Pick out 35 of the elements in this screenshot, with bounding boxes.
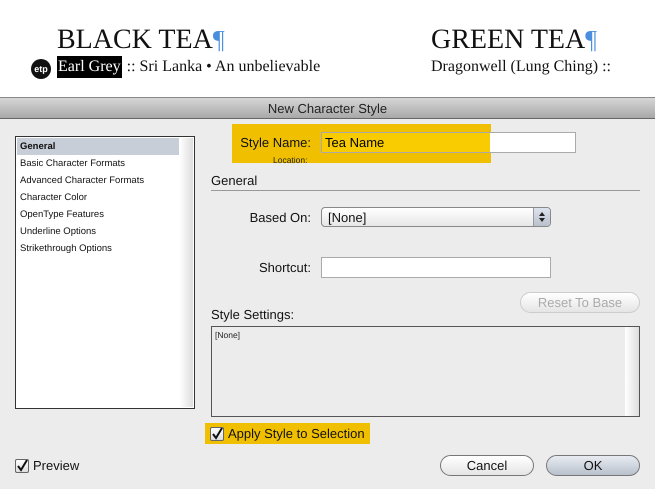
checkbox-label[interactable]: Apply Style to Selection xyxy=(205,423,370,444)
dialog-title: New Character Style xyxy=(0,98,655,119)
badge: etp xyxy=(31,59,51,79)
section-heading: General xyxy=(211,173,640,191)
input-field[interactable] xyxy=(321,257,551,278)
pilcrow-mark: ¶ xyxy=(212,25,225,55)
selected-text: Earl Grey xyxy=(57,56,122,78)
category-item[interactable]: OpenType Features xyxy=(17,206,179,223)
field-label: Shortcut: xyxy=(258,260,311,275)
category-item[interactable]: General xyxy=(17,138,179,155)
category-item[interactable]: Character Color xyxy=(17,189,179,206)
category-item[interactable]: Underline Options xyxy=(17,223,179,240)
stepper-icon xyxy=(538,211,546,223)
input-field[interactable]: Tea Name xyxy=(321,132,576,153)
dropdown[interactable]: [None] xyxy=(321,207,551,227)
dialog-button[interactable]: OK xyxy=(546,455,640,476)
field-label: Style Name: xyxy=(239,135,311,150)
scrollbar[interactable] xyxy=(179,138,193,407)
heading: GREEN TEA xyxy=(431,24,586,56)
checkbox[interactable] xyxy=(15,458,29,472)
dialog-button[interactable]: Cancel xyxy=(440,455,534,476)
field-label: Based On: xyxy=(248,210,311,224)
category-item[interactable]: Advanced Character Formats xyxy=(17,172,179,189)
field-label: Location: xyxy=(273,155,308,165)
field-label: Style Settings: xyxy=(211,307,294,322)
category-item[interactable]: Basic Character Formats xyxy=(17,155,179,172)
scrollbar[interactable] xyxy=(625,327,639,416)
checkbox[interactable] xyxy=(210,426,224,440)
settings-text: [None] xyxy=(214,329,242,342)
body-text: :: Sri Lanka • An unbelievable xyxy=(126,57,320,77)
body-text: Dragonwell (Lung Ching) :: xyxy=(431,57,611,77)
checkbox-label[interactable]: Preview xyxy=(15,455,84,476)
heading: BLACK TEA xyxy=(57,24,213,56)
pilcrow-mark: ¶ xyxy=(585,25,598,55)
category-item[interactable]: Strikethrough Options xyxy=(17,240,179,257)
